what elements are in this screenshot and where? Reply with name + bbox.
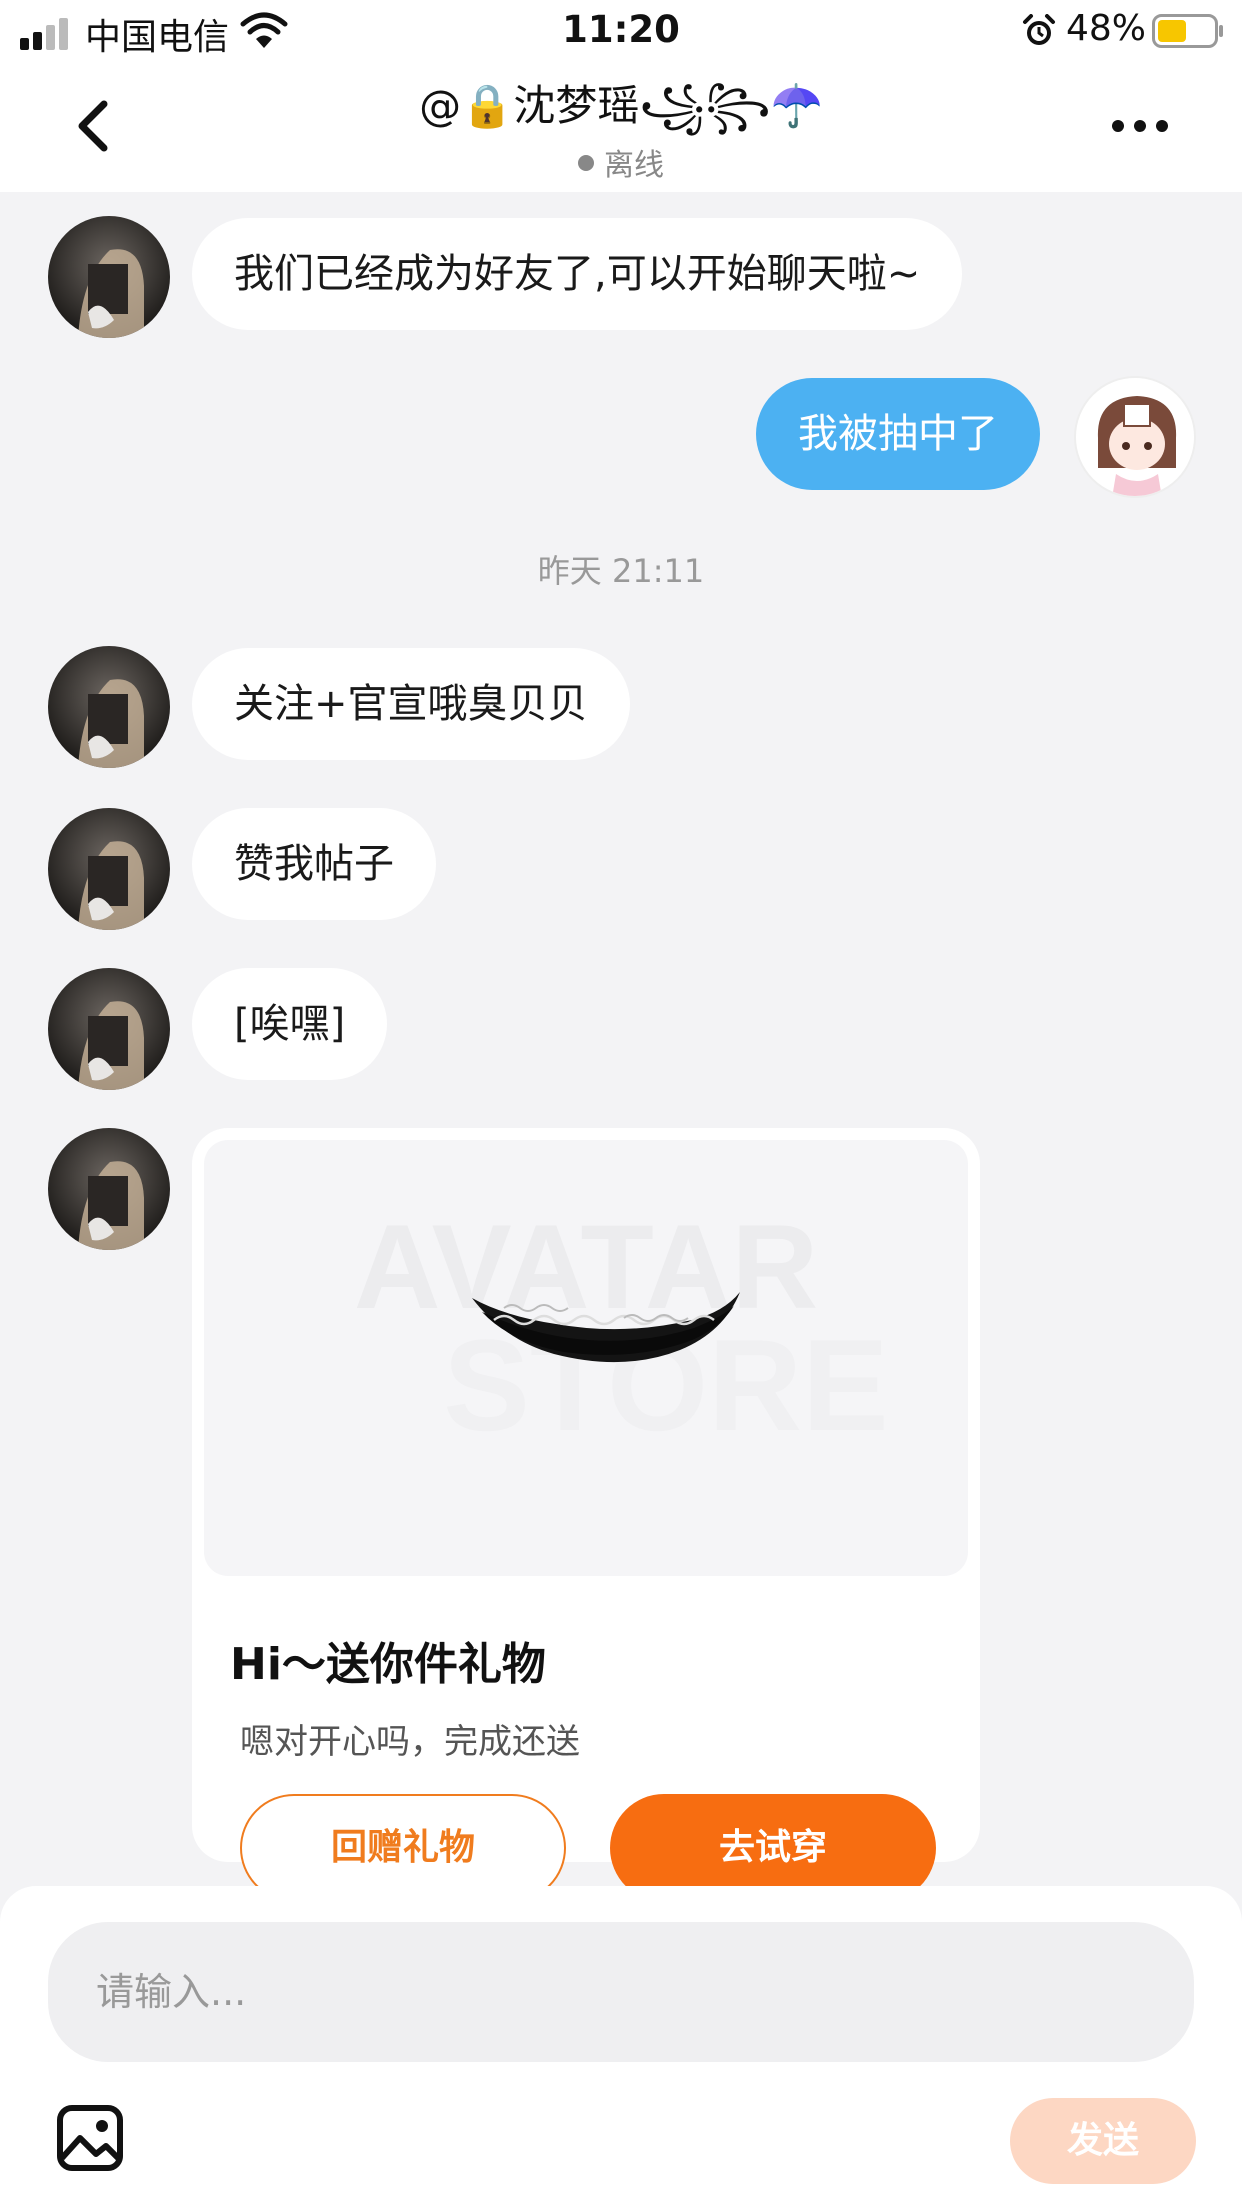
message-bubble: 关注+官宣哦臭贝贝 xyxy=(192,648,630,760)
image-picker-icon[interactable] xyxy=(56,2104,124,2172)
gift-image: AVATAR STORE xyxy=(204,1140,968,1576)
message-input[interactable] xyxy=(48,1922,1194,2062)
message-timestamp: 昨天 21:11 xyxy=(537,552,705,590)
send-button[interactable]: 发送 xyxy=(1010,2098,1196,2184)
message-composer: 发送 xyxy=(0,1886,1242,2208)
status-dot-icon xyxy=(578,155,594,171)
message-bubble: 赞我帖子 xyxy=(192,808,436,920)
battery-icon xyxy=(1152,14,1223,48)
status-text: 离线 xyxy=(604,148,664,183)
online-status: 离线 xyxy=(0,140,1242,184)
contact-avatar[interactable] xyxy=(48,216,170,338)
more-options-icon[interactable] xyxy=(1110,116,1170,136)
contact-avatar[interactable] xyxy=(48,808,170,930)
message-bubble: 我们已经成为好友了,可以开始聊天啦~ xyxy=(192,218,963,330)
alarm-icon xyxy=(1023,14,1055,45)
gift-title: Hi～送你件礼物 xyxy=(230,1639,546,1690)
status-bar: 中国电信 11:20 48% xyxy=(0,0,1242,66)
message-bubble: [唉嘿] xyxy=(192,968,388,1080)
gift-card[interactable]: AVATAR STORE Hi～送你件礼物 嗯对开心吗，完成还送 回赠礼物 去试… xyxy=(192,1128,980,1902)
self-avatar[interactable] xyxy=(1074,376,1196,498)
message-input-container[interactable] xyxy=(48,1922,1194,2062)
contact-avatar[interactable] xyxy=(48,968,170,1090)
contact-avatar[interactable] xyxy=(48,1128,170,1250)
chat-header: @🔒沈梦瑶꧁꧂☂️ 离线 xyxy=(0,66,1242,192)
message-bubble-self: 我被抽中了 xyxy=(756,378,1040,490)
battery-percent: 48% xyxy=(1066,8,1147,49)
gift-subtitle: 嗯对开心吗，完成还送 xyxy=(240,1722,580,1762)
contact-avatar[interactable] xyxy=(48,646,170,768)
